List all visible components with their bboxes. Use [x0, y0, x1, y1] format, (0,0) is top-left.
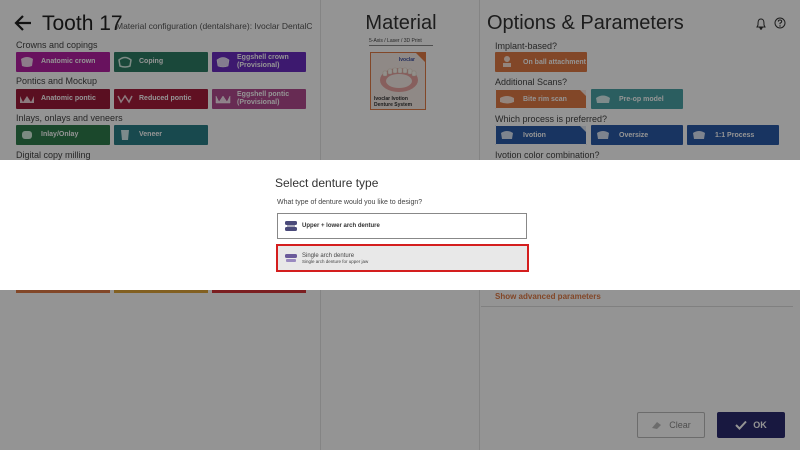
dialog-subtitle: What type of denture would you like to d…	[277, 199, 423, 206]
upper-lower-arch-option[interactable]: Upper + lower arch denture	[277, 213, 527, 239]
upper-lower-arch-label: Upper + lower arch denture	[302, 223, 380, 229]
single-arch-option[interactable]: Single arch denture Single arch denture …	[276, 244, 529, 272]
single-arch-description: Single arch denture for upper jaw	[302, 258, 369, 264]
single-arch-text: Single arch denture Single arch denture …	[302, 253, 368, 264]
full-denture-icon	[284, 220, 298, 232]
denture-type-dialog: Select denture type What type of denture…	[0, 160, 800, 290]
single-denture-icon	[284, 252, 298, 264]
dialog-title: Select denture type	[275, 176, 379, 190]
